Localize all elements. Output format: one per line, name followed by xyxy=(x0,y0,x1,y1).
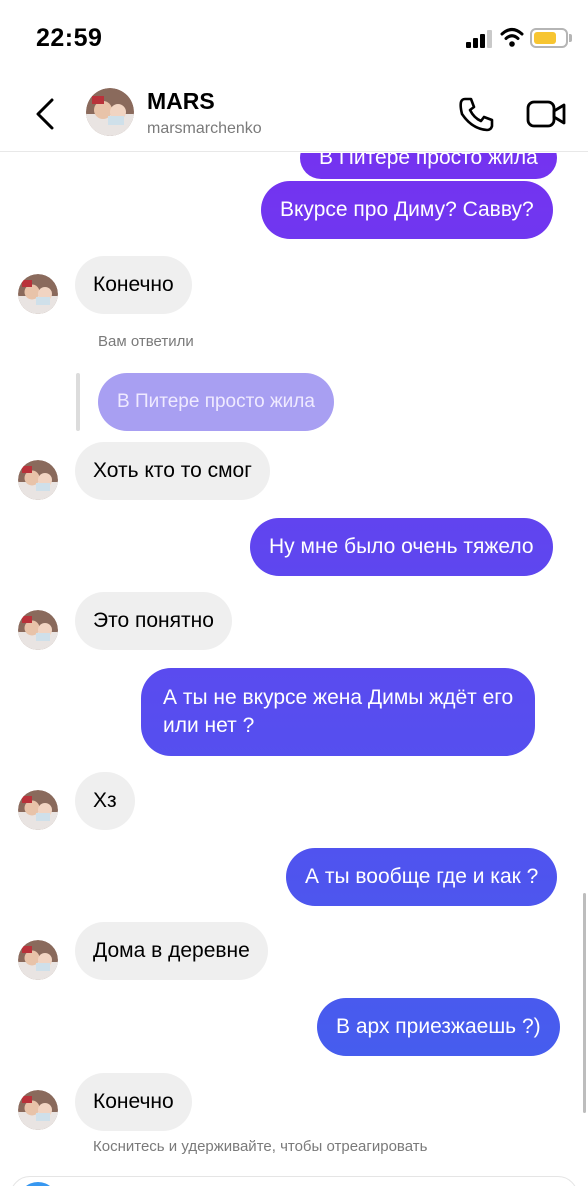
outgoing-message[interactable]: Ну мне было очень тяжело xyxy=(250,518,553,576)
sender-avatar[interactable] xyxy=(18,610,58,650)
incoming-message[interactable]: Хз xyxy=(75,772,135,830)
wifi-icon xyxy=(500,28,524,47)
reply-indicator-line xyxy=(76,373,80,431)
message-thread[interactable]: В Питере просто жила Вкурсе про Диму? Са… xyxy=(0,153,588,1186)
incoming-message[interactable]: Конечно xyxy=(75,256,192,314)
outgoing-message[interactable]: А ты не вкурсе жена Димы ждёт его или не… xyxy=(141,668,536,756)
message-text: Конечно xyxy=(93,273,174,296)
message-composer[interactable] xyxy=(0,1172,588,1186)
message-text: Хз xyxy=(93,789,117,812)
message-text: Конечно xyxy=(93,1090,174,1113)
message-text: Вкурсе про Диму? Савву? xyxy=(280,198,534,221)
video-camera-icon[interactable] xyxy=(524,94,568,134)
chevron-left-icon[interactable] xyxy=(28,94,64,134)
incoming-message[interactable]: Хоть кто то смог xyxy=(75,442,270,500)
sender-avatar[interactable] xyxy=(18,1090,58,1130)
sender-avatar[interactable] xyxy=(18,274,58,314)
battery-icon xyxy=(530,28,568,48)
reaction-hint: Коснитесь и удерживайте, чтобы отреагиро… xyxy=(93,1138,428,1155)
message-input[interactable] xyxy=(10,1176,578,1186)
sender-avatar[interactable] xyxy=(18,790,58,830)
message-text: В арх приезжаешь ?) xyxy=(336,1015,541,1038)
sender-avatar[interactable] xyxy=(18,460,58,500)
outgoing-message[interactable]: В арх приезжаешь ?) xyxy=(317,998,560,1056)
cellular-signal-icon xyxy=(466,30,494,48)
message-text-line-1: А ты не вкурсе жена Димы ждёт его xyxy=(163,686,514,709)
battery-tip xyxy=(569,34,572,42)
outgoing-message[interactable]: Вкурсе про Диму? Савву? xyxy=(261,181,553,239)
contact-avatar[interactable] xyxy=(86,88,134,136)
phone-icon[interactable] xyxy=(456,94,496,134)
outgoing-message[interactable]: В Питере просто жила xyxy=(300,153,557,179)
message-text: Ну мне было очень тяжело xyxy=(269,535,534,558)
message-text: Дома в деревне xyxy=(93,939,250,962)
scrollbar[interactable] xyxy=(583,893,586,1113)
chat-header: MARS marsmarchenko xyxy=(0,78,588,152)
outgoing-message[interactable]: А ты вообще где и как ? xyxy=(286,848,558,906)
reply-label: Вам ответили xyxy=(98,333,194,350)
message-text: А ты вообще где и как ? xyxy=(305,865,539,888)
contact-name[interactable]: MARS xyxy=(147,88,215,115)
message-text: Это понятно xyxy=(93,609,214,632)
incoming-message[interactable]: Дома в деревне xyxy=(75,922,268,980)
message-text: В Питере просто жила xyxy=(319,153,538,169)
sender-avatar[interactable] xyxy=(18,940,58,980)
incoming-message[interactable]: Это понятно xyxy=(75,592,232,650)
quoted-text: В Питере просто жила xyxy=(117,391,315,412)
quoted-message[interactable]: В Питере просто жила xyxy=(98,373,334,431)
message-text-line-2: или нет ? xyxy=(163,714,255,737)
message-text: Хоть кто то смог xyxy=(93,459,252,482)
contact-handle[interactable]: marsmarchenko xyxy=(147,120,262,138)
status-time: 22:59 xyxy=(36,24,103,52)
incoming-message[interactable]: Конечно xyxy=(75,1073,192,1131)
status-bar: 22:59 xyxy=(0,0,588,78)
